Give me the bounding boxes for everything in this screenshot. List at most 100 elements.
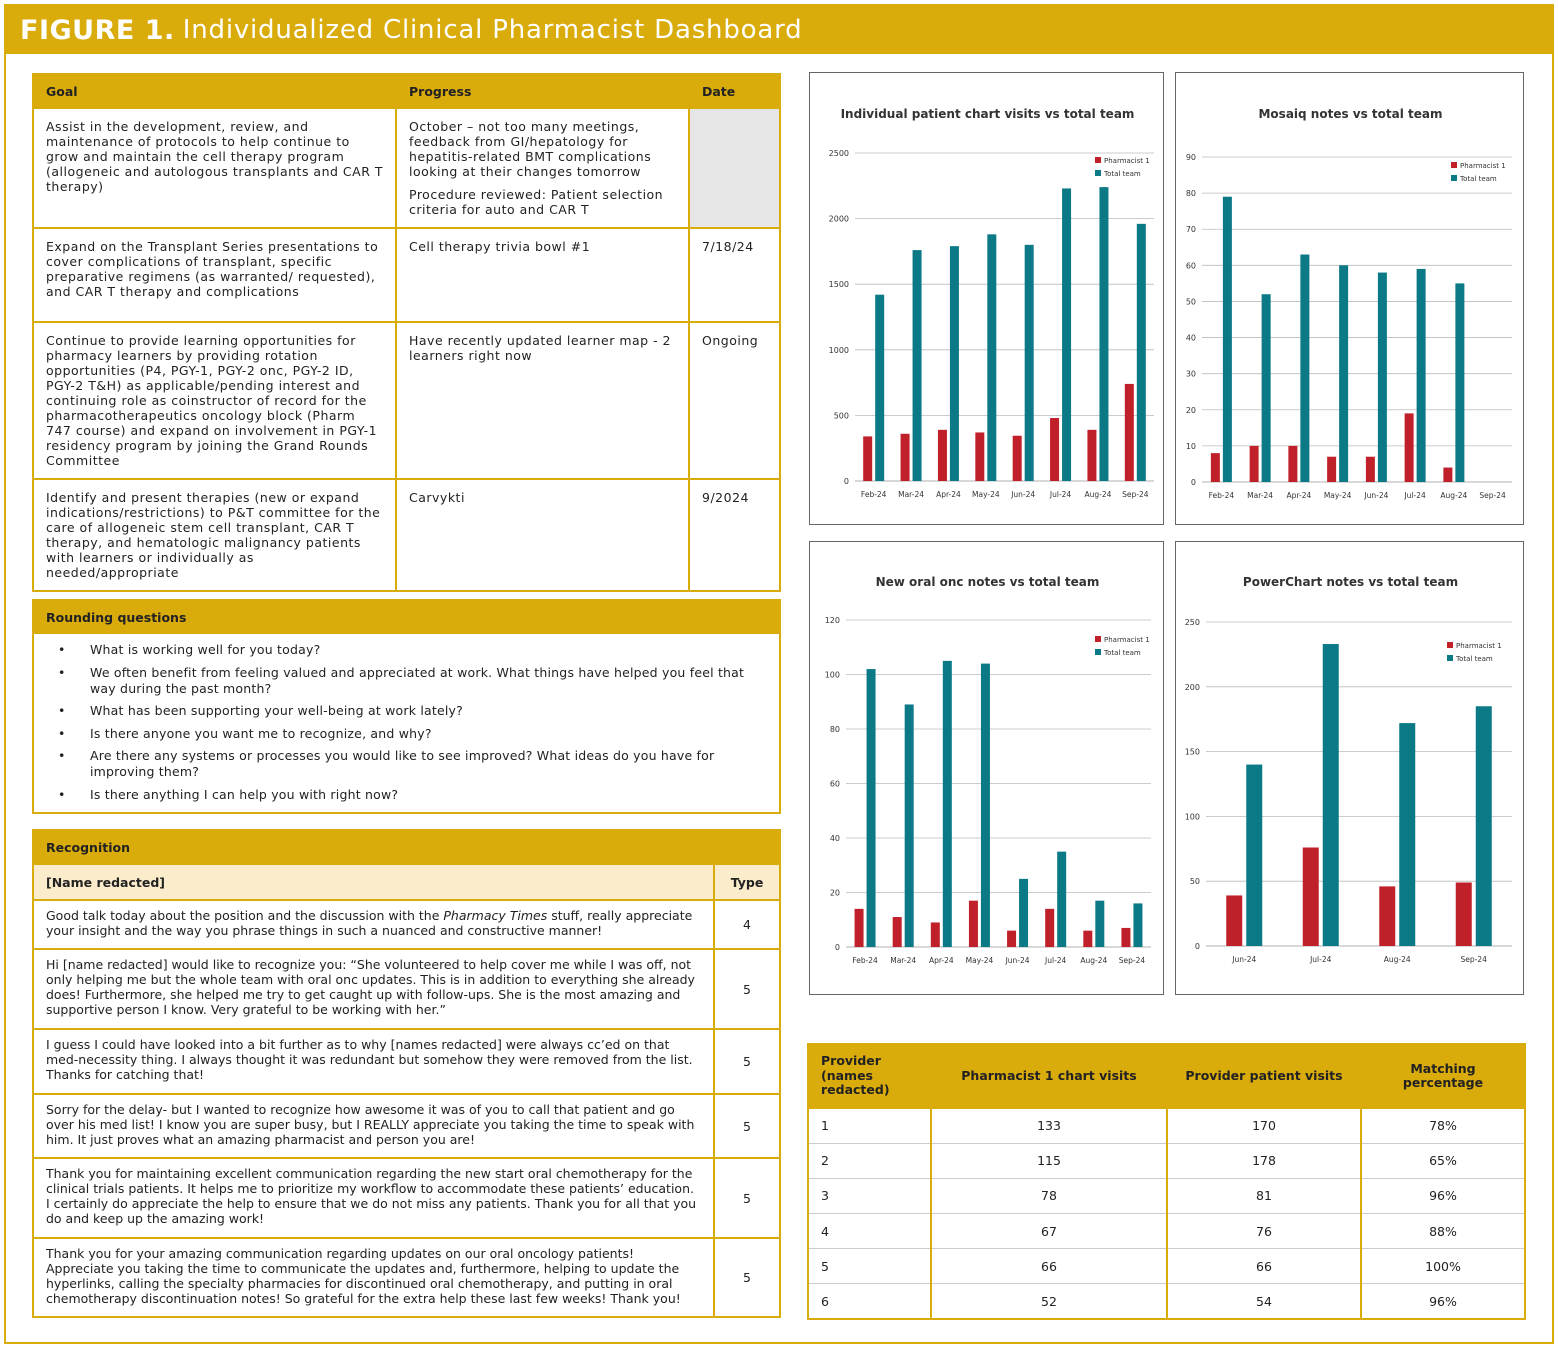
matching-row: 2 115 178 65% xyxy=(807,1142,1526,1179)
legend-swatch xyxy=(1447,642,1453,648)
bar-team xyxy=(904,704,914,947)
bar-team xyxy=(1019,878,1029,947)
legend-label: Total team xyxy=(1103,649,1141,657)
chart-svg: Individual patient chart visits vs total… xyxy=(829,107,1154,499)
y-tick-label: 50 xyxy=(1190,877,1200,886)
rounding-header: Rounding questions xyxy=(34,601,779,634)
x-tick-label: Jul-24 xyxy=(1403,491,1426,500)
goal-cell: Continue to provide learning opportuniti… xyxy=(32,321,397,480)
provider-visits-cell: 54 xyxy=(1166,1283,1362,1321)
matching-row: 5 66 66 100% xyxy=(807,1248,1526,1285)
bar-pharmacist xyxy=(1124,383,1134,481)
x-tick-label: Jun-24 xyxy=(1010,490,1035,499)
matching-row: 1 133 170 78% xyxy=(807,1107,1526,1144)
recognition-text: I guess I could have looked into a bit f… xyxy=(32,1028,715,1095)
x-tick-label: Sep-24 xyxy=(1122,490,1149,499)
provider-cell: 3 xyxy=(807,1177,932,1215)
pharmacist-visits-cell: 133 xyxy=(930,1107,1168,1144)
y-tick-label: 40 xyxy=(830,834,840,843)
bar-pharmacist xyxy=(1050,418,1060,481)
x-tick-label: Jun-24 xyxy=(1005,956,1030,965)
y-tick-label: 0 xyxy=(1191,478,1196,487)
legend-swatch xyxy=(1095,157,1101,163)
bar-team xyxy=(1475,706,1492,946)
progress-cell: October – not too many meetings, feedbac… xyxy=(395,107,690,229)
bar-team xyxy=(1057,851,1067,947)
date-cell xyxy=(688,107,781,229)
recognition-text: Thank you for your amazing communication… xyxy=(32,1237,715,1318)
matching-row: 6 52 54 96% xyxy=(807,1283,1526,1321)
x-tick-label: Aug-24 xyxy=(1084,490,1111,499)
goal-row: Expand on the Transplant Series presenta… xyxy=(32,227,781,323)
x-tick-label: May-24 xyxy=(972,490,1000,499)
bar-pharmacist xyxy=(1404,413,1414,482)
provider-visits-header: Provider patient visits xyxy=(1166,1043,1362,1109)
rounding-item: What is working well for you today? xyxy=(54,642,759,658)
progress-cell: Carvykti xyxy=(395,478,690,592)
y-tick-label: 1500 xyxy=(829,280,849,289)
bar-team xyxy=(1300,254,1310,482)
bar-pharmacist xyxy=(1455,882,1472,946)
chart-powerchart-notes: PowerChart notes vs total team 0 50 100 150 2… xyxy=(1175,541,1524,995)
legend-swatch xyxy=(1095,649,1101,655)
figure-banner: FIGURE 1. Individualized Clinical Pharma… xyxy=(6,6,1552,54)
bar-pharmacist xyxy=(1365,456,1375,482)
chart-title: Mosaiq notes vs total team xyxy=(1258,107,1442,121)
bar-team xyxy=(1062,188,1072,481)
legend-label: Total team xyxy=(1455,655,1493,663)
goal-row: Continue to provide learning opportuniti… xyxy=(32,321,781,480)
bar-pharmacist xyxy=(1327,456,1337,482)
x-tick-label: Mar-24 xyxy=(890,956,916,965)
figure-title: Individualized Clinical Pharmacist Dashb… xyxy=(182,15,803,45)
y-tick-label: 120 xyxy=(825,616,840,625)
matching-cell: 96% xyxy=(1360,1283,1526,1321)
bar-team xyxy=(1024,244,1034,481)
y-tick-label: 60 xyxy=(830,780,840,789)
matching-row: 4 67 76 88% xyxy=(807,1213,1526,1250)
legend-label: Pharmacist 1 xyxy=(1456,642,1502,650)
x-tick-label: Jun-24 xyxy=(1231,955,1256,964)
x-tick-label: Aug-24 xyxy=(1080,956,1107,965)
legend-label: Pharmacist 1 xyxy=(1104,157,1150,165)
recognition-text: Good talk today about the position and t… xyxy=(32,899,715,950)
y-tick-label: 80 xyxy=(1186,189,1196,198)
x-tick-label: Feb-24 xyxy=(861,490,887,499)
y-tick-label: 100 xyxy=(1185,812,1200,821)
recognition-row: Hi [name redacted] would like to recogni… xyxy=(32,948,781,1030)
legend-swatch xyxy=(1095,170,1101,176)
bar-pharmacist xyxy=(975,432,985,481)
y-tick-label: 60 xyxy=(1186,261,1196,270)
bar-pharmacist xyxy=(1302,847,1319,946)
figure-label: FIGURE 1. xyxy=(20,14,175,46)
bar-pharmacist xyxy=(930,922,940,947)
bar-team xyxy=(1095,900,1105,947)
bar-team xyxy=(1099,187,1109,481)
bar-team xyxy=(1261,294,1271,482)
y-tick-label: 200 xyxy=(1185,683,1200,692)
x-tick-label: Jul-24 xyxy=(1049,490,1072,499)
bar-team xyxy=(942,660,952,947)
x-tick-label: Jul-24 xyxy=(1309,955,1332,964)
bar-pharmacist xyxy=(1443,467,1453,482)
x-tick-label: Aug-24 xyxy=(1440,491,1467,500)
recognition-row: Good talk today about the position and t… xyxy=(32,899,781,950)
progress-cell: Cell therapy trivia bowl #1 xyxy=(395,227,690,323)
pharmacist-visits-cell: 115 xyxy=(930,1142,1168,1179)
bar-pharmacist xyxy=(1249,445,1259,482)
y-tick-label: 250 xyxy=(1185,618,1200,627)
provider-visits-cell: 81 xyxy=(1166,1177,1362,1215)
matching-cell: 78% xyxy=(1360,1107,1526,1144)
y-tick-label: 500 xyxy=(834,411,849,420)
legend-label: Total team xyxy=(1103,170,1141,178)
bar-team xyxy=(980,663,990,947)
progress-header: Progress xyxy=(395,73,690,109)
x-tick-label: Jun-24 xyxy=(1363,491,1388,500)
matching-cell: 100% xyxy=(1360,1248,1526,1285)
matching-table: Provider (names redacted) Pharmacist 1 c… xyxy=(807,1043,1526,1321)
chart-svg: Mosaiq notes vs total team 0 10 20 30 40 50 60 7… xyxy=(1186,107,1512,500)
y-tick-label: 10 xyxy=(1186,442,1196,451)
rounding-item: What has been supporting your well-being… xyxy=(54,703,759,719)
bar-team xyxy=(1339,265,1349,482)
goal-row: Assist in the development, review, and m… xyxy=(32,107,781,229)
rounding-list: What is working well for you today? We o… xyxy=(34,634,779,803)
